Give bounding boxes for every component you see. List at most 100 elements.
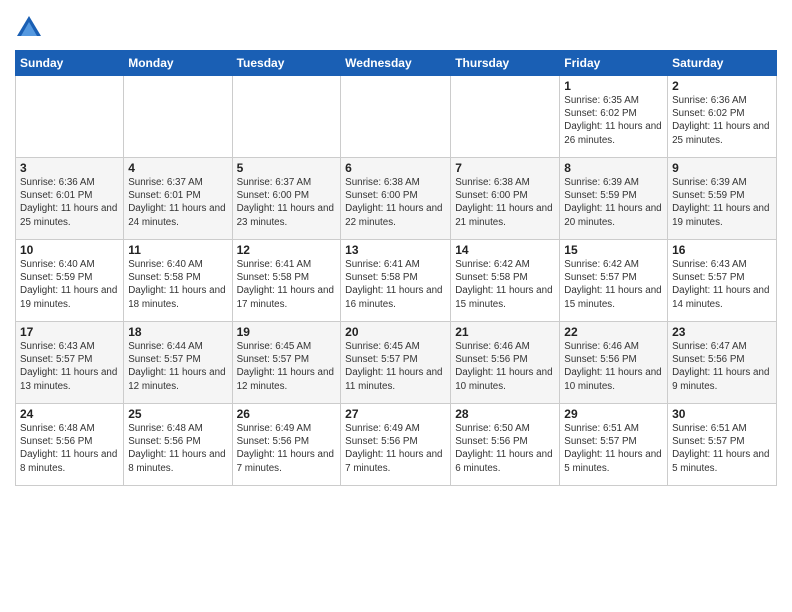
calendar-cell [232, 76, 341, 158]
calendar-week-row: 10Sunrise: 6:40 AMSunset: 5:59 PMDayligh… [16, 240, 777, 322]
day-number: 20 [345, 325, 446, 339]
day-number: 12 [237, 243, 337, 257]
calendar-cell: 27Sunrise: 6:49 AMSunset: 5:56 PMDayligh… [341, 404, 451, 486]
calendar-cell: 13Sunrise: 6:41 AMSunset: 5:58 PMDayligh… [341, 240, 451, 322]
weekday-header: Monday [124, 51, 232, 76]
day-number: 8 [564, 161, 663, 175]
day-info: Sunrise: 6:42 AMSunset: 5:57 PMDaylight:… [564, 258, 663, 311]
weekday-header: Saturday [668, 51, 777, 76]
day-number: 22 [564, 325, 663, 339]
day-info: Sunrise: 6:36 AMSunset: 6:02 PMDaylight:… [672, 94, 772, 147]
day-info: Sunrise: 6:41 AMSunset: 5:58 PMDaylight:… [237, 258, 337, 311]
day-number: 10 [20, 243, 119, 257]
day-info: Sunrise: 6:45 AMSunset: 5:57 PMDaylight:… [237, 340, 337, 393]
day-number: 13 [345, 243, 446, 257]
calendar-cell: 19Sunrise: 6:45 AMSunset: 5:57 PMDayligh… [232, 322, 341, 404]
weekday-header: Sunday [16, 51, 124, 76]
day-info: Sunrise: 6:44 AMSunset: 5:57 PMDaylight:… [128, 340, 227, 393]
day-info: Sunrise: 6:38 AMSunset: 6:00 PMDaylight:… [345, 176, 446, 229]
day-number: 27 [345, 407, 446, 421]
calendar-cell: 30Sunrise: 6:51 AMSunset: 5:57 PMDayligh… [668, 404, 777, 486]
calendar-cell [451, 76, 560, 158]
day-info: Sunrise: 6:51 AMSunset: 5:57 PMDaylight:… [564, 422, 663, 475]
calendar-cell: 10Sunrise: 6:40 AMSunset: 5:59 PMDayligh… [16, 240, 124, 322]
day-number: 14 [455, 243, 555, 257]
day-info: Sunrise: 6:40 AMSunset: 5:59 PMDaylight:… [20, 258, 119, 311]
calendar-cell: 9Sunrise: 6:39 AMSunset: 5:59 PMDaylight… [668, 158, 777, 240]
weekday-header: Wednesday [341, 51, 451, 76]
weekday-header: Friday [560, 51, 668, 76]
calendar-header: SundayMondayTuesdayWednesdayThursdayFrid… [16, 51, 777, 76]
day-number: 28 [455, 407, 555, 421]
day-info: Sunrise: 6:36 AMSunset: 6:01 PMDaylight:… [20, 176, 119, 229]
calendar-cell [124, 76, 232, 158]
weekday-row: SundayMondayTuesdayWednesdayThursdayFrid… [16, 51, 777, 76]
day-info: Sunrise: 6:39 AMSunset: 5:59 PMDaylight:… [564, 176, 663, 229]
calendar-cell [341, 76, 451, 158]
calendar-cell: 11Sunrise: 6:40 AMSunset: 5:58 PMDayligh… [124, 240, 232, 322]
header [15, 10, 777, 42]
day-number: 23 [672, 325, 772, 339]
day-info: Sunrise: 6:46 AMSunset: 5:56 PMDaylight:… [564, 340, 663, 393]
day-info: Sunrise: 6:45 AMSunset: 5:57 PMDaylight:… [345, 340, 446, 393]
calendar-cell: 17Sunrise: 6:43 AMSunset: 5:57 PMDayligh… [16, 322, 124, 404]
calendar-table: SundayMondayTuesdayWednesdayThursdayFrid… [15, 50, 777, 486]
day-number: 15 [564, 243, 663, 257]
calendar-week-row: 1Sunrise: 6:35 AMSunset: 6:02 PMDaylight… [16, 76, 777, 158]
calendar-cell: 1Sunrise: 6:35 AMSunset: 6:02 PMDaylight… [560, 76, 668, 158]
calendar-week-row: 17Sunrise: 6:43 AMSunset: 5:57 PMDayligh… [16, 322, 777, 404]
day-info: Sunrise: 6:38 AMSunset: 6:00 PMDaylight:… [455, 176, 555, 229]
calendar-cell: 24Sunrise: 6:48 AMSunset: 5:56 PMDayligh… [16, 404, 124, 486]
calendar-cell: 20Sunrise: 6:45 AMSunset: 5:57 PMDayligh… [341, 322, 451, 404]
calendar-cell: 12Sunrise: 6:41 AMSunset: 5:58 PMDayligh… [232, 240, 341, 322]
calendar-cell: 28Sunrise: 6:50 AMSunset: 5:56 PMDayligh… [451, 404, 560, 486]
weekday-header: Thursday [451, 51, 560, 76]
calendar-cell: 5Sunrise: 6:37 AMSunset: 6:00 PMDaylight… [232, 158, 341, 240]
day-number: 30 [672, 407, 772, 421]
day-info: Sunrise: 6:47 AMSunset: 5:56 PMDaylight:… [672, 340, 772, 393]
day-info: Sunrise: 6:37 AMSunset: 6:01 PMDaylight:… [128, 176, 227, 229]
day-number: 24 [20, 407, 119, 421]
day-number: 1 [564, 79, 663, 93]
day-info: Sunrise: 6:37 AMSunset: 6:00 PMDaylight:… [237, 176, 337, 229]
logo [15, 14, 47, 42]
day-number: 18 [128, 325, 227, 339]
calendar-cell: 26Sunrise: 6:49 AMSunset: 5:56 PMDayligh… [232, 404, 341, 486]
day-info: Sunrise: 6:40 AMSunset: 5:58 PMDaylight:… [128, 258, 227, 311]
day-info: Sunrise: 6:35 AMSunset: 6:02 PMDaylight:… [564, 94, 663, 147]
day-number: 4 [128, 161, 227, 175]
day-info: Sunrise: 6:51 AMSunset: 5:57 PMDaylight:… [672, 422, 772, 475]
calendar-cell: 16Sunrise: 6:43 AMSunset: 5:57 PMDayligh… [668, 240, 777, 322]
day-number: 2 [672, 79, 772, 93]
calendar-cell: 2Sunrise: 6:36 AMSunset: 6:02 PMDaylight… [668, 76, 777, 158]
day-info: Sunrise: 6:50 AMSunset: 5:56 PMDaylight:… [455, 422, 555, 475]
calendar-cell [16, 76, 124, 158]
calendar-week-row: 24Sunrise: 6:48 AMSunset: 5:56 PMDayligh… [16, 404, 777, 486]
day-number: 29 [564, 407, 663, 421]
calendar-cell: 3Sunrise: 6:36 AMSunset: 6:01 PMDaylight… [16, 158, 124, 240]
calendar-cell: 22Sunrise: 6:46 AMSunset: 5:56 PMDayligh… [560, 322, 668, 404]
day-number: 16 [672, 243, 772, 257]
weekday-header: Tuesday [232, 51, 341, 76]
logo-icon [15, 14, 43, 42]
calendar-cell: 8Sunrise: 6:39 AMSunset: 5:59 PMDaylight… [560, 158, 668, 240]
day-number: 9 [672, 161, 772, 175]
calendar-cell: 18Sunrise: 6:44 AMSunset: 5:57 PMDayligh… [124, 322, 232, 404]
calendar-cell: 25Sunrise: 6:48 AMSunset: 5:56 PMDayligh… [124, 404, 232, 486]
day-info: Sunrise: 6:43 AMSunset: 5:57 PMDaylight:… [20, 340, 119, 393]
day-info: Sunrise: 6:49 AMSunset: 5:56 PMDaylight:… [345, 422, 446, 475]
day-number: 7 [455, 161, 555, 175]
day-info: Sunrise: 6:41 AMSunset: 5:58 PMDaylight:… [345, 258, 446, 311]
day-number: 19 [237, 325, 337, 339]
day-info: Sunrise: 6:42 AMSunset: 5:58 PMDaylight:… [455, 258, 555, 311]
calendar-week-row: 3Sunrise: 6:36 AMSunset: 6:01 PMDaylight… [16, 158, 777, 240]
day-number: 6 [345, 161, 446, 175]
calendar-cell: 29Sunrise: 6:51 AMSunset: 5:57 PMDayligh… [560, 404, 668, 486]
day-info: Sunrise: 6:48 AMSunset: 5:56 PMDaylight:… [20, 422, 119, 475]
day-info: Sunrise: 6:49 AMSunset: 5:56 PMDaylight:… [237, 422, 337, 475]
calendar-cell: 6Sunrise: 6:38 AMSunset: 6:00 PMDaylight… [341, 158, 451, 240]
calendar-cell: 7Sunrise: 6:38 AMSunset: 6:00 PMDaylight… [451, 158, 560, 240]
calendar-cell: 4Sunrise: 6:37 AMSunset: 6:01 PMDaylight… [124, 158, 232, 240]
day-number: 17 [20, 325, 119, 339]
day-number: 3 [20, 161, 119, 175]
